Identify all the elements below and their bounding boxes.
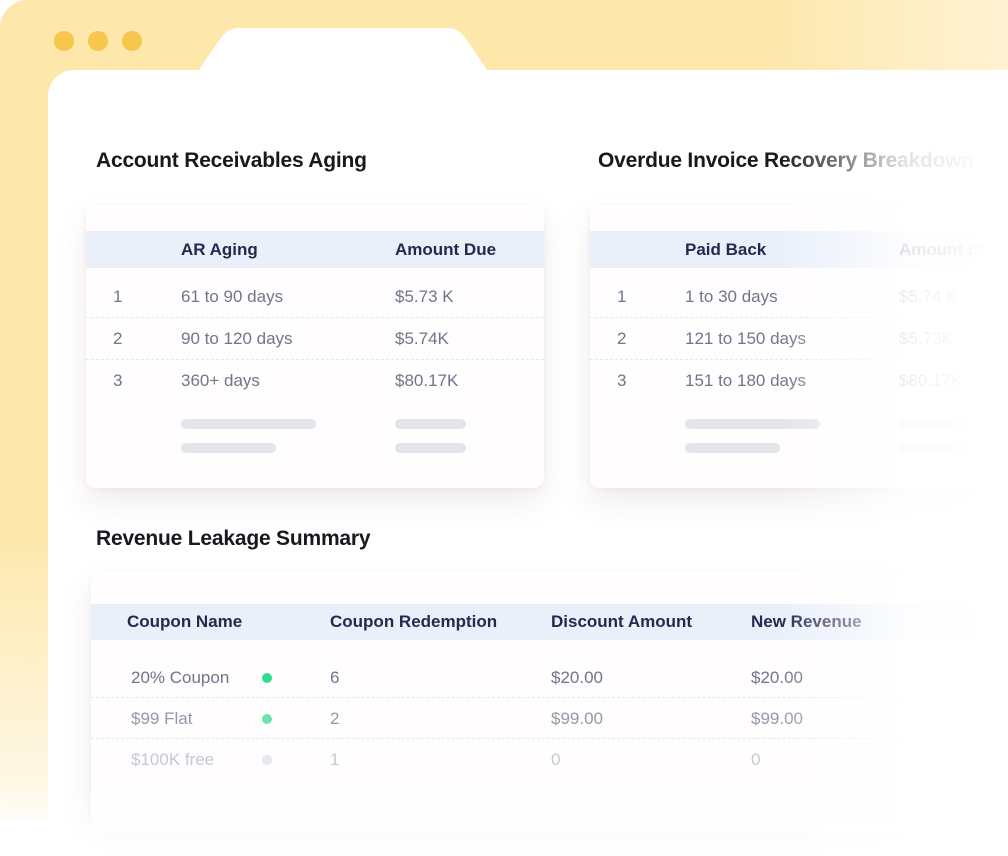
overdue-recovery-table-card: Paid Back Amount Due 1 1 to 30 days $5.7… [590, 205, 1008, 488]
new-revenue: $20.00 [751, 657, 803, 698]
status-dot-icon [262, 673, 272, 683]
section-title-ar-aging: Account Receivables Aging [96, 149, 367, 173]
skeleton-bar [395, 419, 466, 429]
coupon-name: $99 Flat [131, 698, 192, 739]
column-header-amount-due: Amount Due [395, 231, 496, 268]
table-header-row: AR Aging Amount Due [86, 231, 544, 268]
table-row: 2 90 to 120 days $5.74K [86, 318, 544, 360]
row-label: 90 to 120 days [181, 318, 293, 360]
skeleton-bar [899, 419, 970, 429]
coupon-redemption: 2 [330, 698, 339, 739]
row-amount: $5.73 K [395, 276, 454, 318]
section-title-overdue-recovery: Overdue Invoice Recovery Breakdown [598, 149, 974, 173]
skeleton-bar [181, 443, 276, 453]
row-index: 3 [113, 360, 122, 402]
coupon-name: $100K free [131, 739, 214, 780]
status-dot-icon [262, 755, 272, 765]
window-control-dot [54, 31, 74, 51]
coupon-redemption: 6 [330, 657, 339, 698]
row-index: 1 [113, 276, 122, 318]
window-control-dot [122, 31, 142, 51]
row-amount: $5.74K [395, 318, 449, 360]
status-dot-icon [262, 714, 272, 724]
row-index: 2 [113, 318, 122, 360]
new-revenue: 0 [751, 739, 760, 780]
column-header-amount-due: Amount Due [899, 231, 1000, 268]
skeleton-bar [899, 443, 970, 453]
table-row: 2 121 to 150 days $5,73K [590, 318, 1008, 360]
column-header-new-revenue: New Revenue [751, 604, 862, 640]
window-controls [54, 31, 142, 51]
table-row: 3 360+ days $80.17K [86, 360, 544, 402]
column-header-discount-amount: Discount Amount [551, 604, 692, 640]
skeleton-bar [395, 443, 466, 453]
table-row: 20% Coupon 6 $20.00 $20.00 [91, 657, 1008, 698]
row-amount: $80.17K [899, 360, 962, 402]
new-revenue: $99.00 [751, 698, 803, 739]
skeleton-bar [685, 443, 780, 453]
table-row: 1 1 to 30 days $5.74 K [590, 276, 1008, 318]
column-header-ar-aging: AR Aging [181, 231, 258, 268]
row-amount: $5,73K [899, 318, 953, 360]
section-title-revenue-leakage: Revenue Leakage Summary [96, 527, 370, 551]
column-header-coupon-redemption: Coupon Redemption [330, 604, 497, 640]
table-header-row: Paid Back Amount Due [590, 231, 1008, 268]
row-label: 121 to 150 days [685, 318, 806, 360]
table-row: $99 Flat 2 $99.00 $99.00 [91, 698, 1008, 739]
table-row: 1 61 to 90 days $5.73 K [86, 276, 544, 318]
window-control-dot [88, 31, 108, 51]
table-row: 3 151 to 180 days $80.17K [590, 360, 1008, 402]
column-header-coupon-name: Coupon Name [127, 604, 242, 640]
ar-aging-table-card: AR Aging Amount Due 1 61 to 90 days $5.7… [86, 205, 544, 488]
row-label: 151 to 180 days [685, 360, 806, 402]
discount-amount: 0 [551, 739, 560, 780]
row-amount: $5.74 K [899, 276, 958, 318]
coupon-redemption: 1 [330, 739, 339, 780]
discount-amount: $20.00 [551, 657, 603, 698]
column-header-paid-back: Paid Back [685, 231, 766, 268]
skeleton-bar [181, 419, 316, 429]
coupon-name: 20% Coupon [131, 657, 229, 698]
page: Account Receivables Aging Overdue Invoic… [0, 0, 1008, 856]
table-row: $100K free 1 0 0 [91, 739, 1008, 780]
discount-amount: $99.00 [551, 698, 603, 739]
row-label: 360+ days [181, 360, 260, 402]
row-label: 1 to 30 days [685, 276, 778, 318]
row-label: 61 to 90 days [181, 276, 283, 318]
row-index: 3 [617, 360, 626, 402]
skeleton-bar [685, 419, 820, 429]
row-amount: $80.17K [395, 360, 458, 402]
table-header-row: Coupon Name Coupon Redemption Discount A… [91, 604, 1008, 640]
row-index: 1 [617, 276, 626, 318]
revenue-leakage-table-card: Coupon Name Coupon Redemption Discount A… [91, 570, 1008, 833]
row-index: 2 [617, 318, 626, 360]
